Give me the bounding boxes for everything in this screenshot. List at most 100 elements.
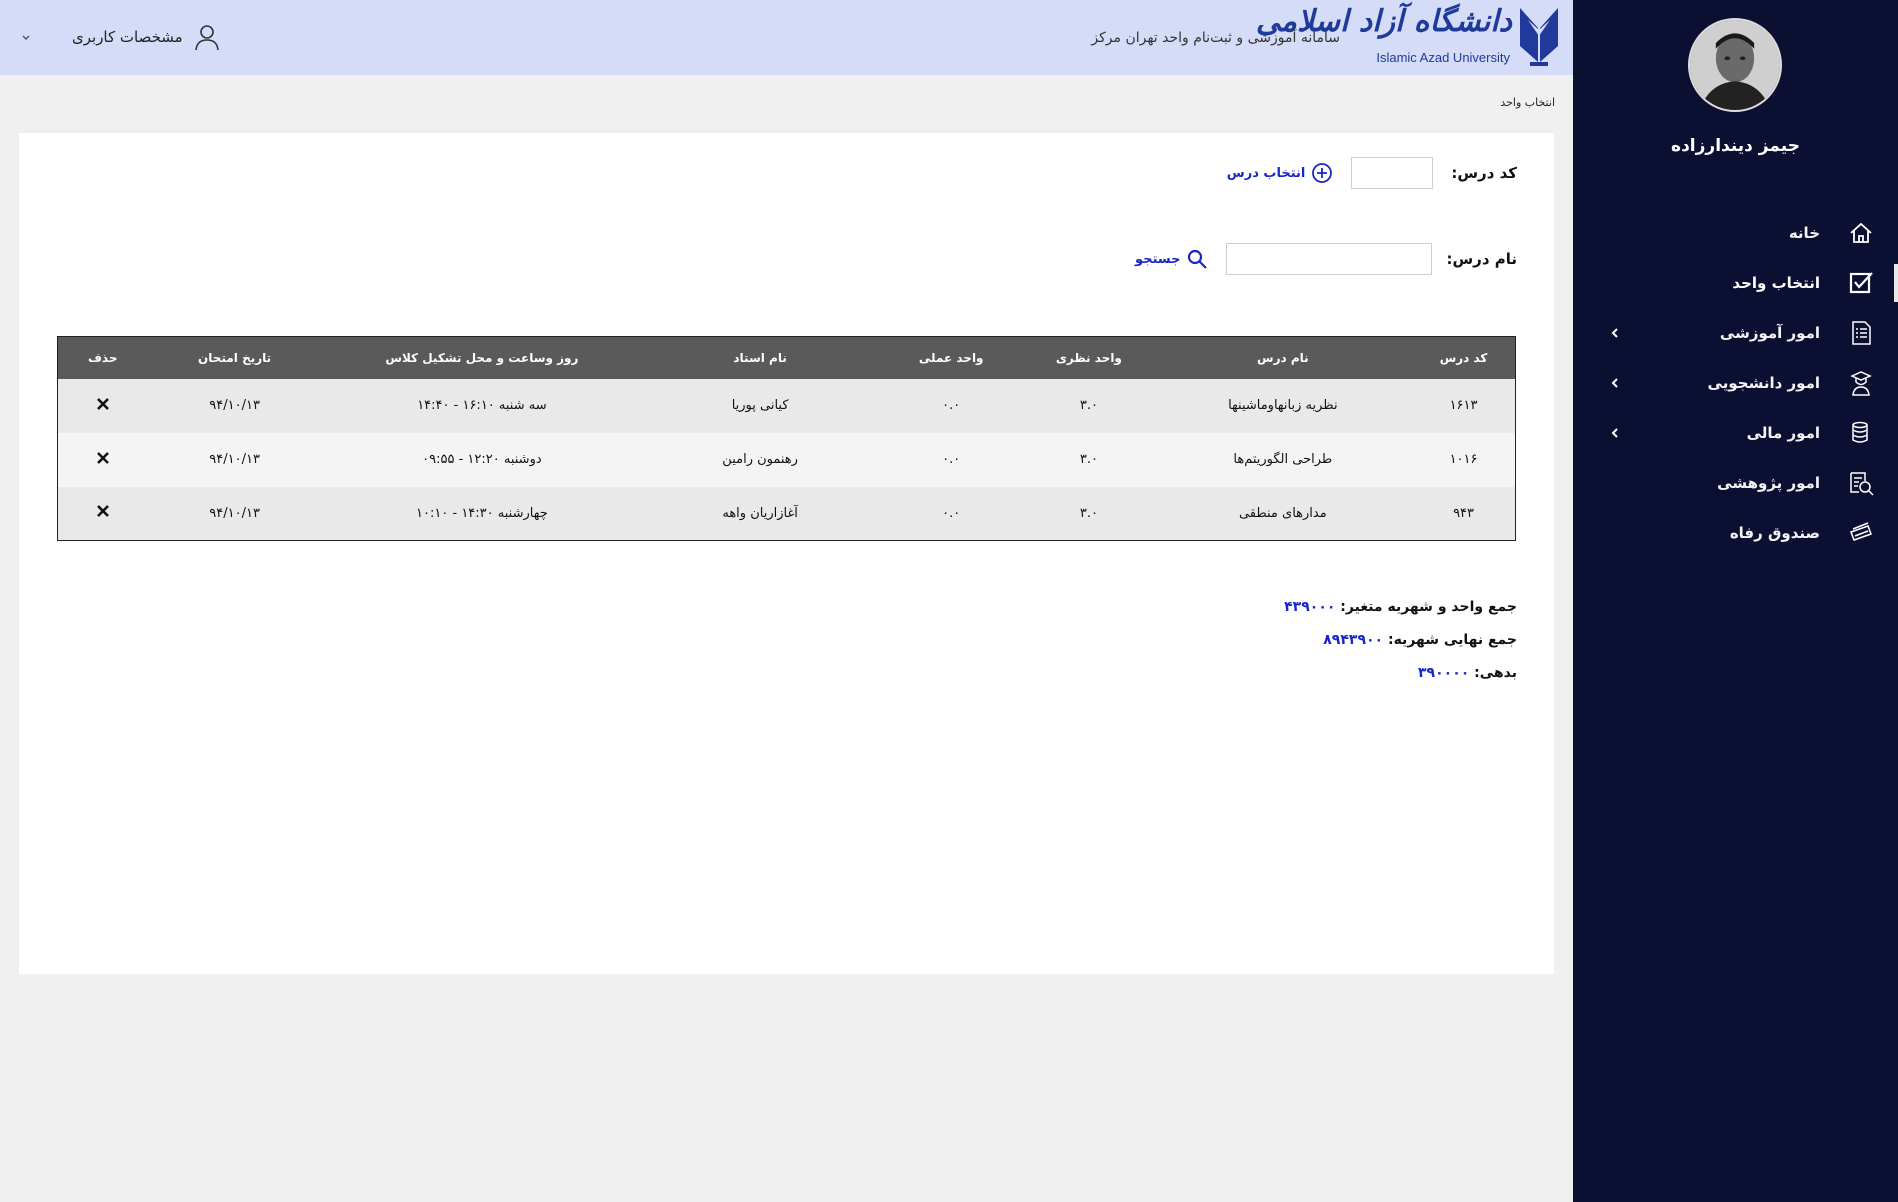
sidebar-item-label: امور دانشجویی bbox=[1707, 374, 1820, 392]
cell-course-code: ۱۰۱۶ bbox=[1412, 432, 1516, 487]
cell-class-schedule: دوشنبه ۱۲:۲۰ - ۰۹:۵۵ bbox=[321, 432, 643, 487]
debt-label: بدهی: bbox=[1474, 665, 1517, 681]
unit-selection-panel: کد درس: انتخاب درس نام درس: جستجو کد درس… bbox=[19, 133, 1554, 974]
select-course-button[interactable]: انتخاب درس bbox=[1227, 162, 1334, 184]
col-theory-units: واحد نظری bbox=[1024, 336, 1154, 379]
select-course-label: انتخاب درس bbox=[1226, 165, 1306, 181]
cell-course-code: ۹۴۳ bbox=[1412, 486, 1516, 541]
sidebar-item-label: انتخاب واحد bbox=[1732, 274, 1820, 292]
chevron-left-icon bbox=[1611, 328, 1618, 338]
cell-theory-units: ۳.۰ bbox=[1024, 432, 1154, 487]
cell-teacher-name: رهنمون رامین bbox=[642, 432, 879, 487]
cell-practical-units: ۰.۰ bbox=[878, 486, 1025, 541]
cell-delete bbox=[57, 486, 148, 541]
course-code-label: کد درس: bbox=[1451, 164, 1517, 182]
cell-exam-date: ۹۴/۱۰/۱۳ bbox=[147, 486, 322, 541]
chevron-left-icon bbox=[1611, 378, 1618, 388]
user-icon bbox=[194, 25, 219, 51]
variable-tuition-line: جمع واحد و شهریه متغیر: ۴۳۹۰۰۰ bbox=[1284, 591, 1517, 624]
avatar[interactable] bbox=[1688, 18, 1782, 112]
col-exam-date: تاریخ امتحان bbox=[147, 336, 322, 379]
graduate-icon bbox=[1848, 370, 1874, 396]
cell-exam-date: ۹۴/۱۰/۱۳ bbox=[147, 432, 322, 487]
search-label: جستجو bbox=[1135, 251, 1181, 267]
cell-course-name: نظریه زبانهاوماشینها bbox=[1153, 378, 1413, 433]
user-photo-icon bbox=[1690, 20, 1780, 110]
cards-icon bbox=[1848, 520, 1874, 546]
final-tuition-value: ۸۹۴۳۹۰۰ bbox=[1323, 632, 1384, 648]
sidebar-item-label: امور آموزشی bbox=[1719, 324, 1820, 342]
user-name: جیمز دیندارزاده bbox=[1671, 136, 1800, 156]
cell-class-schedule: سه شنبه ۱۶:۱۰ - ۱۴:۴۰ bbox=[321, 378, 643, 433]
col-course-code: کد درس bbox=[1412, 336, 1516, 379]
sidebar-item-educational[interactable]: امور آموزشی bbox=[1573, 308, 1898, 358]
sidebar-item-label: صندوق رفاه bbox=[1729, 524, 1820, 542]
variable-tuition-label: جمع واحد و شهریه متغیر: bbox=[1340, 599, 1517, 615]
table-header-row: کد درس نام درس واحد نظری واحد عملی نام ا… bbox=[57, 336, 1516, 379]
top-header: دانشگاه آزاد اسلامی Islamic Azad Univers… bbox=[0, 0, 1573, 75]
cell-course-code: ۱۶۱۳ bbox=[1412, 378, 1516, 433]
chevron-down-icon bbox=[22, 35, 30, 40]
sidebar-item-financial[interactable]: امور مالی bbox=[1573, 408, 1898, 458]
table-row: ۱۶۱۳ نظریه زبانهاوماشینها ۳.۰ ۰.۰ کیانی … bbox=[57, 378, 1516, 433]
cell-course-name: طراحی الگوریتم‌ها bbox=[1153, 432, 1413, 487]
sidebar-item-label: امور مالی bbox=[1746, 424, 1820, 442]
sidebar-item-label: امور پژوهشی bbox=[1717, 474, 1820, 492]
search-button[interactable]: جستجو bbox=[1135, 248, 1208, 270]
coins-icon bbox=[1848, 420, 1874, 446]
sidebar-item-label: خانه bbox=[1788, 224, 1820, 242]
table-row: ۹۴۳ مدارهای منطقی ۳.۰ ۰.۰ آغازاریان واهه… bbox=[57, 486, 1516, 541]
course-name-row: نام درس: جستجو bbox=[1135, 243, 1517, 275]
university-logo[interactable]: دانشگاه آزاد اسلامی Islamic Azad Univers… bbox=[1256, 4, 1512, 68]
debt-line: بدهی: ۳۹۰۰۰۰ bbox=[1284, 657, 1517, 690]
sidebar-item-welfare-fund[interactable]: صندوق رفاه bbox=[1573, 508, 1898, 558]
cell-delete bbox=[57, 432, 148, 487]
selected-courses-table: کد درس نام درس واحد نظری واحد عملی نام ا… bbox=[57, 336, 1516, 541]
home-icon bbox=[1848, 220, 1874, 246]
cell-delete bbox=[57, 378, 148, 433]
sidebar-item-unit-selection[interactable]: انتخاب واحد bbox=[1573, 258, 1898, 308]
cell-theory-units: ۳.۰ bbox=[1024, 378, 1154, 433]
col-delete: حذف bbox=[57, 336, 148, 379]
final-tuition-label: جمع نهایی شهریه: bbox=[1387, 632, 1517, 648]
sidebar: جیمز دیندارزاده خانه انتخاب واحد امور آم… bbox=[1573, 0, 1898, 1202]
close-icon bbox=[96, 397, 109, 410]
sidebar-nav: خانه انتخاب واحد امور آموزشی امور دانشجو… bbox=[1573, 208, 1898, 558]
table-row: ۱۰۱۶ طراحی الگوریتم‌ها ۳.۰ ۰.۰ رهنمون را… bbox=[57, 432, 1516, 487]
cell-teacher-name: کیانی پوریا bbox=[642, 378, 879, 433]
plus-circle-icon bbox=[1312, 163, 1333, 183]
cell-course-name: مدارهای منطقی bbox=[1153, 486, 1413, 541]
course-name-label: نام درس: bbox=[1446, 250, 1517, 268]
delete-course-button[interactable] bbox=[95, 503, 111, 519]
tuition-summary: جمع واحد و شهریه متغیر: ۴۳۹۰۰۰ جمع نهایی… bbox=[1284, 591, 1517, 690]
sidebar-item-research[interactable]: امور پژوهشی bbox=[1573, 458, 1898, 508]
variable-tuition-value: ۴۳۹۰۰۰ bbox=[1284, 599, 1336, 615]
course-code-input[interactable] bbox=[1351, 157, 1434, 189]
user-profile-menu[interactable]: مشخصات کاربری bbox=[20, 22, 221, 52]
checkbox-icon bbox=[1848, 270, 1874, 296]
close-icon bbox=[96, 451, 109, 464]
cell-class-schedule: چهارشنبه ۱۴:۳۰ - ۱۰:۱۰ bbox=[321, 486, 643, 541]
debt-value: ۳۹۰۰۰۰ bbox=[1418, 665, 1470, 681]
user-menu-label: مشخصات کاربری bbox=[72, 28, 183, 46]
cell-teacher-name: آغازاریان واهه bbox=[642, 486, 879, 541]
close-icon bbox=[96, 505, 109, 518]
cell-practical-units: ۰.۰ bbox=[878, 378, 1025, 433]
course-code-row: کد درس: انتخاب درس bbox=[1227, 157, 1517, 189]
delete-course-button[interactable] bbox=[95, 450, 111, 466]
delete-course-button[interactable] bbox=[95, 396, 111, 412]
chevron-left-icon bbox=[1611, 428, 1618, 438]
search-icon bbox=[1188, 249, 1208, 269]
document-list-icon bbox=[1848, 320, 1874, 346]
sidebar-item-home[interactable]: خانه bbox=[1573, 208, 1898, 258]
col-teacher-name: نام استاد bbox=[642, 336, 879, 379]
cell-exam-date: ۹۴/۱۰/۱۳ bbox=[147, 378, 322, 433]
col-course-name: نام درس bbox=[1153, 336, 1413, 379]
course-name-input[interactable] bbox=[1226, 243, 1433, 275]
research-icon bbox=[1848, 470, 1874, 496]
col-practical-units: واحد عملی bbox=[878, 336, 1025, 379]
logo-english-text: Islamic Azad University bbox=[1376, 50, 1510, 65]
cell-practical-units: ۰.۰ bbox=[878, 432, 1025, 487]
col-class-schedule: روز وساعت و محل تشکیل کلاس bbox=[321, 336, 643, 379]
sidebar-item-student-affairs[interactable]: امور دانشجویی bbox=[1573, 358, 1898, 408]
